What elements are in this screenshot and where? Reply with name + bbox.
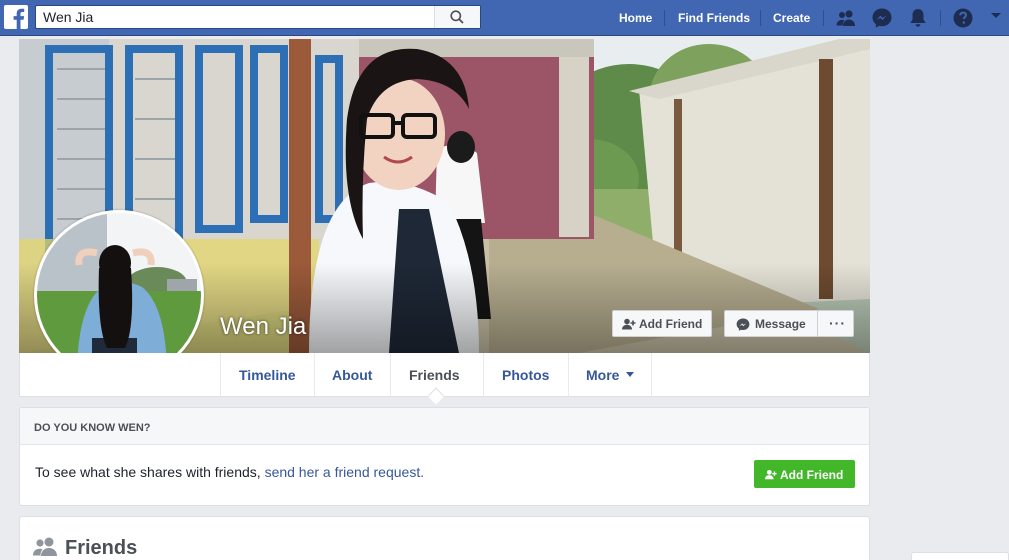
more-options-icon: ··· <box>829 315 846 331</box>
profile-tabs: Timeline About Friends Photos More <box>19 353 870 405</box>
add-friend-green-button[interactable]: Add Friend <box>754 460 855 488</box>
nav-divider <box>664 10 665 26</box>
card-heading: DO YOU KNOW WEN? <box>34 422 151 434</box>
send-friend-request-link[interactable]: send her a friend request. <box>265 464 425 480</box>
tab-label: About <box>332 367 373 383</box>
tab-label: Photos <box>502 367 550 383</box>
friends-card: Friends <box>19 516 870 560</box>
tab-label: More <box>586 367 620 383</box>
add-friend-icon <box>765 469 777 480</box>
messenger-icon <box>736 318 750 331</box>
friend-request-prompt: To see what she shares with friends, sen… <box>35 464 424 480</box>
add-friend-button[interactable]: Add Friend <box>612 310 712 337</box>
search-box <box>35 5 481 29</box>
search-input[interactable] <box>36 6 436 28</box>
tab-photos[interactable]: Photos <box>483 353 569 396</box>
top-bar: Home Find Friends Create <box>0 0 1009 36</box>
add-friend-label: Add Friend <box>639 317 703 331</box>
tab-label: Timeline <box>239 367 296 383</box>
nav-divider <box>823 10 824 26</box>
tab-label: Friends <box>409 367 460 383</box>
chat-sidebar-corner <box>911 552 1009 560</box>
prompt-text: To see what she shares with friends, <box>35 464 261 480</box>
chevron-down-icon <box>626 372 634 377</box>
nav-divider <box>760 10 761 26</box>
friends-heading[interactable]: Friends <box>65 537 137 560</box>
nav-create-link[interactable]: Create <box>773 11 810 25</box>
search-icon <box>450 10 464 24</box>
tab-about[interactable]: About <box>314 353 391 396</box>
nav-home-link[interactable]: Home <box>619 11 652 25</box>
more-options-button[interactable]: ··· <box>817 310 854 337</box>
nav-divider <box>940 10 941 26</box>
add-friend-label: Add Friend <box>780 468 844 482</box>
friend-requests-icon[interactable] <box>835 7 857 29</box>
tab-timeline[interactable]: Timeline <box>220 353 315 396</box>
help-icon[interactable] <box>952 7 974 29</box>
do-you-know-card: DO YOU KNOW WEN? To see what she shares … <box>19 407 870 506</box>
message-label: Message <box>755 317 806 331</box>
tab-more[interactable]: More <box>568 353 652 396</box>
notifications-icon[interactable] <box>907 7 929 29</box>
account-menu-icon[interactable] <box>989 8 1003 30</box>
nav-find-friends-link[interactable]: Find Friends <box>678 11 750 25</box>
message-button[interactable]: Message <box>724 310 819 337</box>
card-header: DO YOU KNOW WEN? <box>20 408 869 445</box>
friends-icon <box>33 537 57 556</box>
search-button[interactable] <box>434 6 480 28</box>
facebook-logo-icon[interactable] <box>4 5 28 29</box>
profile-name[interactable]: Wen Jia <box>220 313 306 341</box>
add-friend-icon <box>622 318 636 330</box>
messenger-icon[interactable] <box>871 7 893 29</box>
